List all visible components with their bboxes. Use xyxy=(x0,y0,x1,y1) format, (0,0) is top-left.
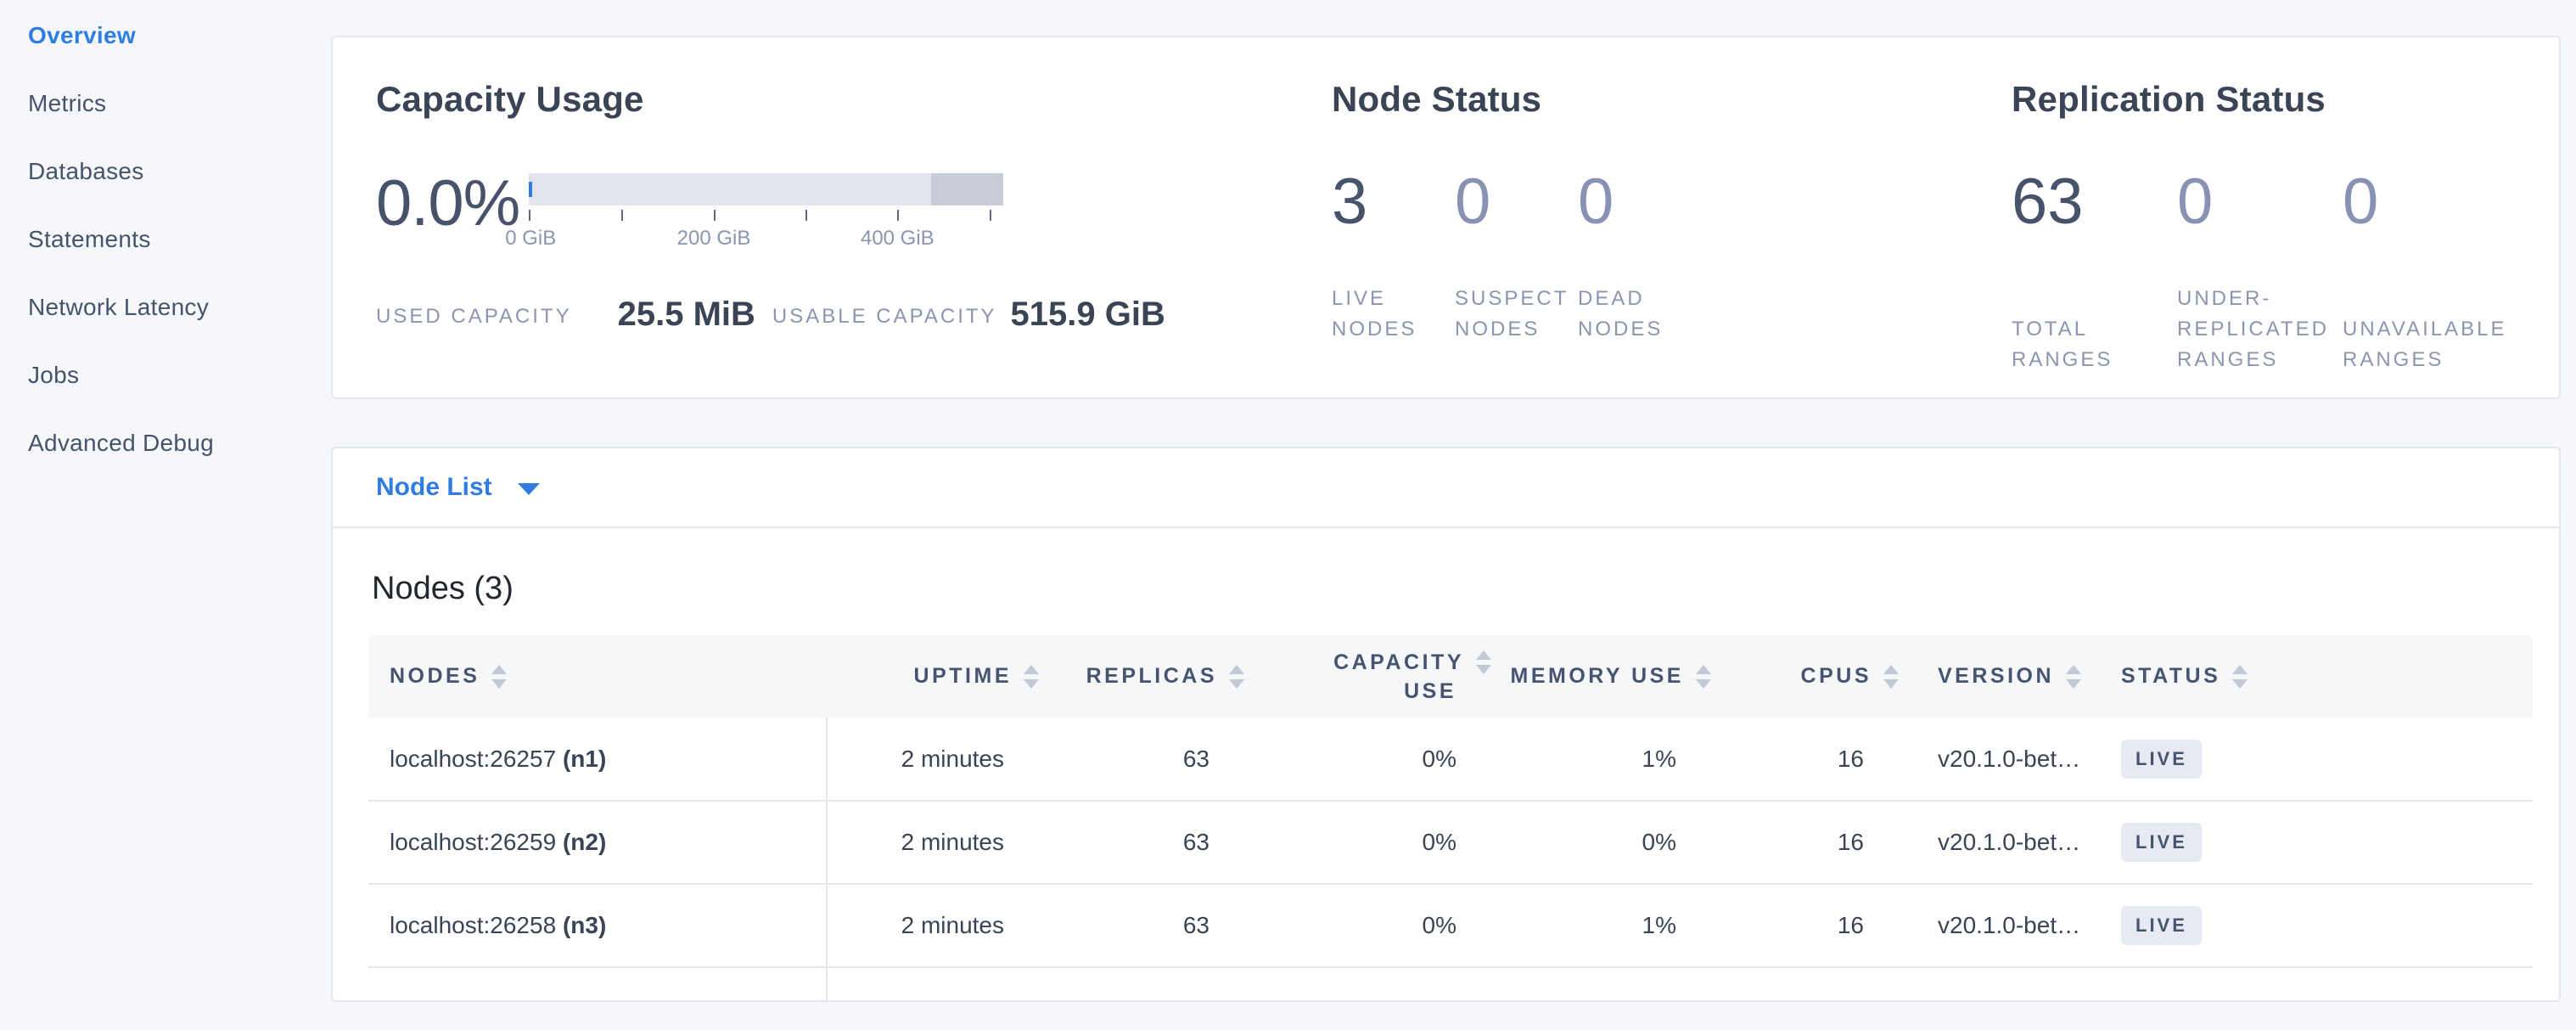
memory-use-cell: 0% xyxy=(1491,801,1711,884)
under-replicated-ranges-value: 0 xyxy=(2177,172,2343,233)
node-address[interactable]: localhost:26259 xyxy=(390,829,556,855)
unavailable-ranges-label: UNAVAILABLERANGES xyxy=(2343,314,2508,375)
node-id: (n3) xyxy=(563,912,606,938)
uptime-cell: 2 minutes xyxy=(827,718,1039,801)
sort-icon xyxy=(491,665,507,689)
main-content: Capacity Usage 0.0% xyxy=(331,0,2576,1030)
dead-nodes-value: 0 xyxy=(1578,172,1701,233)
node-row-n1[interactable]: localhost:26257 (n1) 2 minutes 63 0% 1% … xyxy=(368,718,2533,801)
usable-capacity-value: 515.9 GiB xyxy=(1011,296,1165,332)
unavailable-ranges-value: 0 xyxy=(2343,172,2508,233)
sidebar-item-overview[interactable]: Overview xyxy=(0,2,331,70)
nodes-table-header-row: NODES UPTIME xyxy=(368,635,2533,718)
capacity-bar-reserved-segment xyxy=(931,173,1003,205)
capacity-bar-usable-segment xyxy=(529,173,931,205)
memory-use-cell: 1% xyxy=(1491,884,1711,967)
total-ranges-label: TOTALRANGES xyxy=(2012,314,2177,375)
column-header-replicas[interactable]: REPLICAS xyxy=(1039,635,1244,718)
column-header-capacity-use[interactable]: CAPACITY USE xyxy=(1244,635,1491,718)
nodes-table-section: Nodes (3) NODES xyxy=(333,572,2559,1000)
node-status-section: Node Status 3 0 0 LIVENODES SUSPECTNODES… xyxy=(1315,37,2006,397)
usable-capacity-label: USABLE CAPACITY xyxy=(772,301,997,332)
capacity-used-percent: 0.0% xyxy=(376,173,529,234)
node-list-dropdown-label: Node List xyxy=(376,473,492,502)
status-badge: LIVE xyxy=(2121,906,2202,945)
sort-icon xyxy=(1696,665,1711,689)
sidebar-item-statements[interactable]: Statements xyxy=(0,205,331,273)
uptime-cell: 2 minutes xyxy=(827,801,1039,884)
sidebar-item-advanced-debug[interactable]: Advanced Debug xyxy=(0,409,331,477)
node-id: (n1) xyxy=(563,746,606,772)
live-nodes-label: LIVENODES xyxy=(1332,284,1455,345)
capacity-use-cell: 0% xyxy=(1244,801,1491,884)
replication-status-section: Replication Status 63 0 0 TOTALRANGES UN… xyxy=(2006,37,2559,397)
capacity-bar-used-marker xyxy=(529,182,532,197)
node-status-title: Node Status xyxy=(1332,82,2006,117)
caret-down-icon xyxy=(518,483,540,495)
capacity-usage-title: Capacity Usage xyxy=(376,82,1315,117)
total-ranges-value: 63 xyxy=(2012,172,2177,233)
used-capacity-value: 25.5 MiB xyxy=(618,296,755,332)
capacity-axis-labels: 0 GiB 200 GiB 400 GiB xyxy=(529,227,1003,252)
sort-icon xyxy=(1476,650,1491,674)
version-cell: v20.1.0-bet… xyxy=(1899,718,2094,801)
node-address[interactable]: localhost:26258 xyxy=(390,912,556,938)
capacity-axis-ticks xyxy=(529,210,1003,222)
axis-label-200gib: 200 GiB xyxy=(677,227,751,250)
node-list-dropdown[interactable]: Node List xyxy=(333,448,2559,528)
sidebar-item-metrics[interactable]: Metrics xyxy=(0,70,331,138)
axis-label-400gib: 400 GiB xyxy=(861,227,934,250)
sort-icon xyxy=(2232,665,2248,689)
cluster-overview-card: Capacity Usage 0.0% xyxy=(331,36,2561,399)
status-badge: LIVE xyxy=(2121,823,2202,862)
sidebar-item-network-latency[interactable]: Network Latency xyxy=(0,273,331,341)
sidebar-item-databases[interactable]: Databases xyxy=(0,138,331,205)
memory-use-cell: 1% xyxy=(1491,718,1711,801)
page: Overview Metrics Databases Statements Ne… xyxy=(0,0,2576,1030)
status-badge: LIVE xyxy=(2121,740,2202,779)
capacity-use-cell: 0% xyxy=(1244,884,1491,967)
nodes-table-title: Nodes (3) xyxy=(372,572,2545,605)
capacity-use-cell: 0% xyxy=(1244,718,1491,801)
cpus-cell: 16 xyxy=(1711,884,1899,967)
node-row-n2[interactable]: localhost:26259 (n2) 2 minutes 63 0% 0% … xyxy=(368,801,2533,884)
version-cell: v20.1.0-bet… xyxy=(1899,801,2094,884)
replication-status-title: Replication Status xyxy=(2012,82,2559,117)
column-header-version[interactable]: VERSION xyxy=(1899,635,2094,718)
suspect-nodes-label: SUSPECTNODES xyxy=(1455,284,1578,345)
replicas-cell: 63 xyxy=(1039,884,1244,967)
axis-label-0gib: 0 GiB xyxy=(505,227,556,250)
sidebar: Overview Metrics Databases Statements Ne… xyxy=(0,0,331,1030)
column-header-cpus[interactable]: CPUS xyxy=(1711,635,1899,718)
column-header-uptime[interactable]: UPTIME xyxy=(827,635,1039,718)
cpus-cell: 16 xyxy=(1711,801,1899,884)
nodes-table: NODES UPTIME xyxy=(368,635,2533,1000)
node-row-n3[interactable]: localhost:26258 (n3) 2 minutes 63 0% 1% … xyxy=(368,884,2533,967)
capacity-bar xyxy=(529,173,1003,205)
table-footer-spacer xyxy=(368,967,2533,1000)
node-id: (n2) xyxy=(563,829,606,855)
column-header-memory-use[interactable]: MEMORY USE xyxy=(1491,635,1711,718)
replicas-cell: 63 xyxy=(1039,801,1244,884)
suspect-nodes-value: 0 xyxy=(1455,172,1578,233)
live-nodes-value: 3 xyxy=(1332,172,1455,233)
cpus-cell: 16 xyxy=(1711,718,1899,801)
sort-icon xyxy=(1883,665,1899,689)
sort-icon xyxy=(1024,665,1039,689)
column-header-status[interactable]: STATUS xyxy=(2094,635,2533,718)
version-cell: v20.1.0-bet… xyxy=(1899,884,2094,967)
sidebar-item-jobs[interactable]: Jobs xyxy=(0,341,331,409)
used-capacity-label: USED CAPACITY xyxy=(376,301,572,332)
sort-icon xyxy=(2066,665,2081,689)
column-header-nodes[interactable]: NODES xyxy=(368,635,827,718)
node-address[interactable]: localhost:26257 xyxy=(390,746,556,772)
capacity-usage-section: Capacity Usage 0.0% xyxy=(333,37,1315,397)
dead-nodes-label: DEADNODES xyxy=(1578,284,1701,345)
sort-icon xyxy=(1229,665,1244,689)
capacity-bar-chart: 0 GiB 200 GiB 400 GiB xyxy=(529,173,1003,252)
uptime-cell: 2 minutes xyxy=(827,884,1039,967)
node-list-card: Node List Nodes (3) NODES xyxy=(331,447,2561,1002)
under-replicated-ranges-label: UNDER-REPLICATEDRANGES xyxy=(2177,284,2343,375)
replicas-cell: 63 xyxy=(1039,718,1244,801)
